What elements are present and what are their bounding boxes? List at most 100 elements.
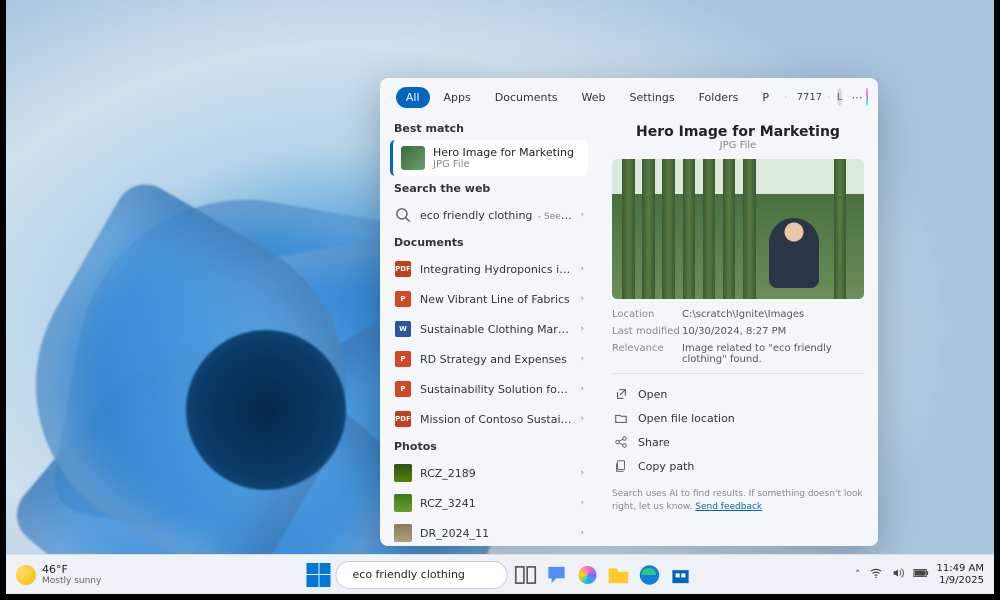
back-button[interactable] [390, 86, 392, 108]
action-label: Share [638, 436, 670, 449]
action-label: Copy path [638, 460, 694, 473]
clock[interactable]: 11:49 AM 1/9/2025 [937, 563, 984, 587]
file-explorer-icon[interactable] [606, 562, 632, 588]
chevron-right-icon: › [580, 414, 584, 424]
wifi-icon[interactable] [869, 566, 883, 583]
document-row[interactable]: P Sustainability Solution for Future ... › [390, 374, 588, 404]
document-row[interactable]: PNew Vibrant Line of Fabrics› [390, 284, 588, 314]
volume-icon[interactable] [891, 566, 905, 583]
ppt-icon: P [394, 350, 412, 368]
result-subtitle: JPG File [433, 159, 574, 170]
section-search-web: Search the web [394, 182, 588, 195]
weather-icon [16, 565, 36, 585]
tab-p[interactable]: P [752, 87, 779, 108]
search-panel: AllAppsDocumentsWebSettingsFoldersP 7717… [380, 78, 878, 546]
preview-pane: Hero Image for Marketing JPG File Locati… [598, 116, 878, 546]
result-thumbnail [401, 146, 425, 170]
divider [612, 373, 864, 374]
chevron-right-icon: › [580, 384, 584, 394]
photo-title: DR_2024_11 [420, 527, 572, 540]
taskbar: 46°F Mostly sunny ˄ 11:49 AM 1/9/2 [6, 554, 994, 594]
document-row[interactable]: WSustainable Clothing Marketing ...› [390, 314, 588, 344]
meta-key: Location [612, 309, 682, 320]
tab-settings[interactable]: Settings [619, 87, 684, 108]
action-open[interactable]: Open [612, 382, 864, 406]
ppt-icon: P [394, 380, 412, 398]
document-row[interactable]: PDFIntegrating Hydroponics in Manu...› [390, 254, 588, 284]
ai-disclaimer: Search uses AI to find results. If somet… [612, 488, 864, 513]
tab-folders[interactable]: Folders [689, 87, 749, 108]
user-avatar[interactable]: L [837, 88, 843, 106]
more-icon[interactable]: ⋯ [851, 87, 862, 107]
tab-all[interactable]: All [396, 87, 430, 108]
document-title: Mission of Contoso Sustainable F... [420, 413, 572, 426]
doc-icon: W [394, 320, 412, 338]
action-icon [614, 411, 628, 425]
meta-key: Relevance [612, 343, 682, 365]
battery-icon[interactable] [913, 568, 929, 581]
taskbar-search[interactable] [336, 561, 508, 589]
task-view-icon[interactable] [513, 562, 539, 588]
chevron-right-icon: › [580, 468, 584, 478]
action-share[interactable]: Share [612, 430, 864, 454]
meta-row: LocationC:\scratch\Ignite\Images [612, 309, 864, 320]
document-row[interactable]: P RD Strategy and Expenses › [390, 344, 588, 374]
web-search-text: eco friendly clothing - See more search … [420, 209, 572, 222]
document-title: Sustainability Solution for Future ... [420, 383, 572, 396]
section-best-match: Best match [394, 122, 588, 135]
send-feedback-link[interactable]: Send feedback [695, 502, 762, 512]
photo-row[interactable]: RCZ_3241› [390, 488, 588, 518]
action-icon [614, 387, 628, 401]
web-search-row[interactable]: eco friendly clothing - See more search … [390, 200, 588, 230]
action-label: Open [638, 388, 667, 401]
tab-web[interactable]: Web [571, 87, 615, 108]
tab-documents[interactable]: Documents [485, 87, 568, 108]
time: 11:49 AM [937, 563, 984, 575]
action-copy-path[interactable]: Copy path [612, 454, 864, 478]
preview-subtitle: JPG File [612, 140, 864, 151]
document-row[interactable]: PDF Mission of Contoso Sustainable F... › [390, 404, 588, 434]
chevron-right-icon: › [580, 354, 584, 364]
action-icon [614, 435, 628, 449]
meta-value: Image related to "eco friendly clothing"… [682, 343, 864, 365]
rewards-points[interactable]: 7717 [797, 92, 822, 103]
chevron-right-icon: › [580, 210, 584, 220]
chat-icon[interactable] [544, 562, 570, 588]
copilot-taskbar-icon[interactable] [575, 562, 601, 588]
action-open-file-location[interactable]: Open file location [612, 406, 864, 430]
meta-key: Last modified [612, 326, 682, 337]
chevron-right-icon: › [580, 294, 584, 304]
document-title: RD Strategy and Expenses [420, 353, 572, 366]
weather-condition: Mostly sunny [42, 576, 101, 586]
pdf-icon: PDF [394, 410, 412, 428]
play-icon[interactable] [785, 87, 787, 107]
chevron-right-icon: › [580, 324, 584, 334]
date: 1/9/2025 [937, 575, 984, 587]
search-icon [394, 206, 412, 224]
results-list: Best match Hero Image for Marketing JPG … [380, 116, 598, 546]
document-title: Integrating Hydroponics in Manu... [420, 263, 572, 276]
edge-icon[interactable] [637, 562, 663, 588]
photo-row[interactable]: DR_2024_11› [390, 518, 588, 546]
photo-row[interactable]: RCZ_2189› [390, 458, 588, 488]
preview-title: Hero Image for Marketing [612, 124, 864, 140]
tab-apps[interactable]: Apps [434, 87, 481, 108]
chevron-right-icon: › [580, 498, 584, 508]
rewards-icon[interactable] [828, 87, 830, 107]
start-button[interactable] [307, 563, 331, 587]
search-header: AllAppsDocumentsWebSettingsFoldersP 7717… [380, 78, 878, 116]
chevron-up-icon[interactable]: ˄ [855, 568, 861, 581]
search-input[interactable] [353, 568, 498, 581]
section-photos: Photos [394, 440, 588, 453]
weather-widget[interactable]: 46°F Mostly sunny [16, 563, 101, 586]
system-tray[interactable]: ˄ 11:49 AM 1/9/2025 [855, 563, 984, 587]
weather-temp: 46°F [42, 563, 101, 576]
result-title: Hero Image for Marketing [433, 146, 574, 159]
meta-value: 10/30/2024, 8:27 PM [682, 326, 864, 337]
store-icon[interactable] [668, 562, 694, 588]
copilot-icon[interactable] [866, 88, 868, 106]
best-match-result[interactable]: Hero Image for Marketing JPG File [390, 140, 588, 176]
desktop: AllAppsDocumentsWebSettingsFoldersP 7717… [6, 0, 994, 594]
preview-image [612, 159, 864, 299]
document-title: New Vibrant Line of Fabrics [420, 293, 572, 306]
